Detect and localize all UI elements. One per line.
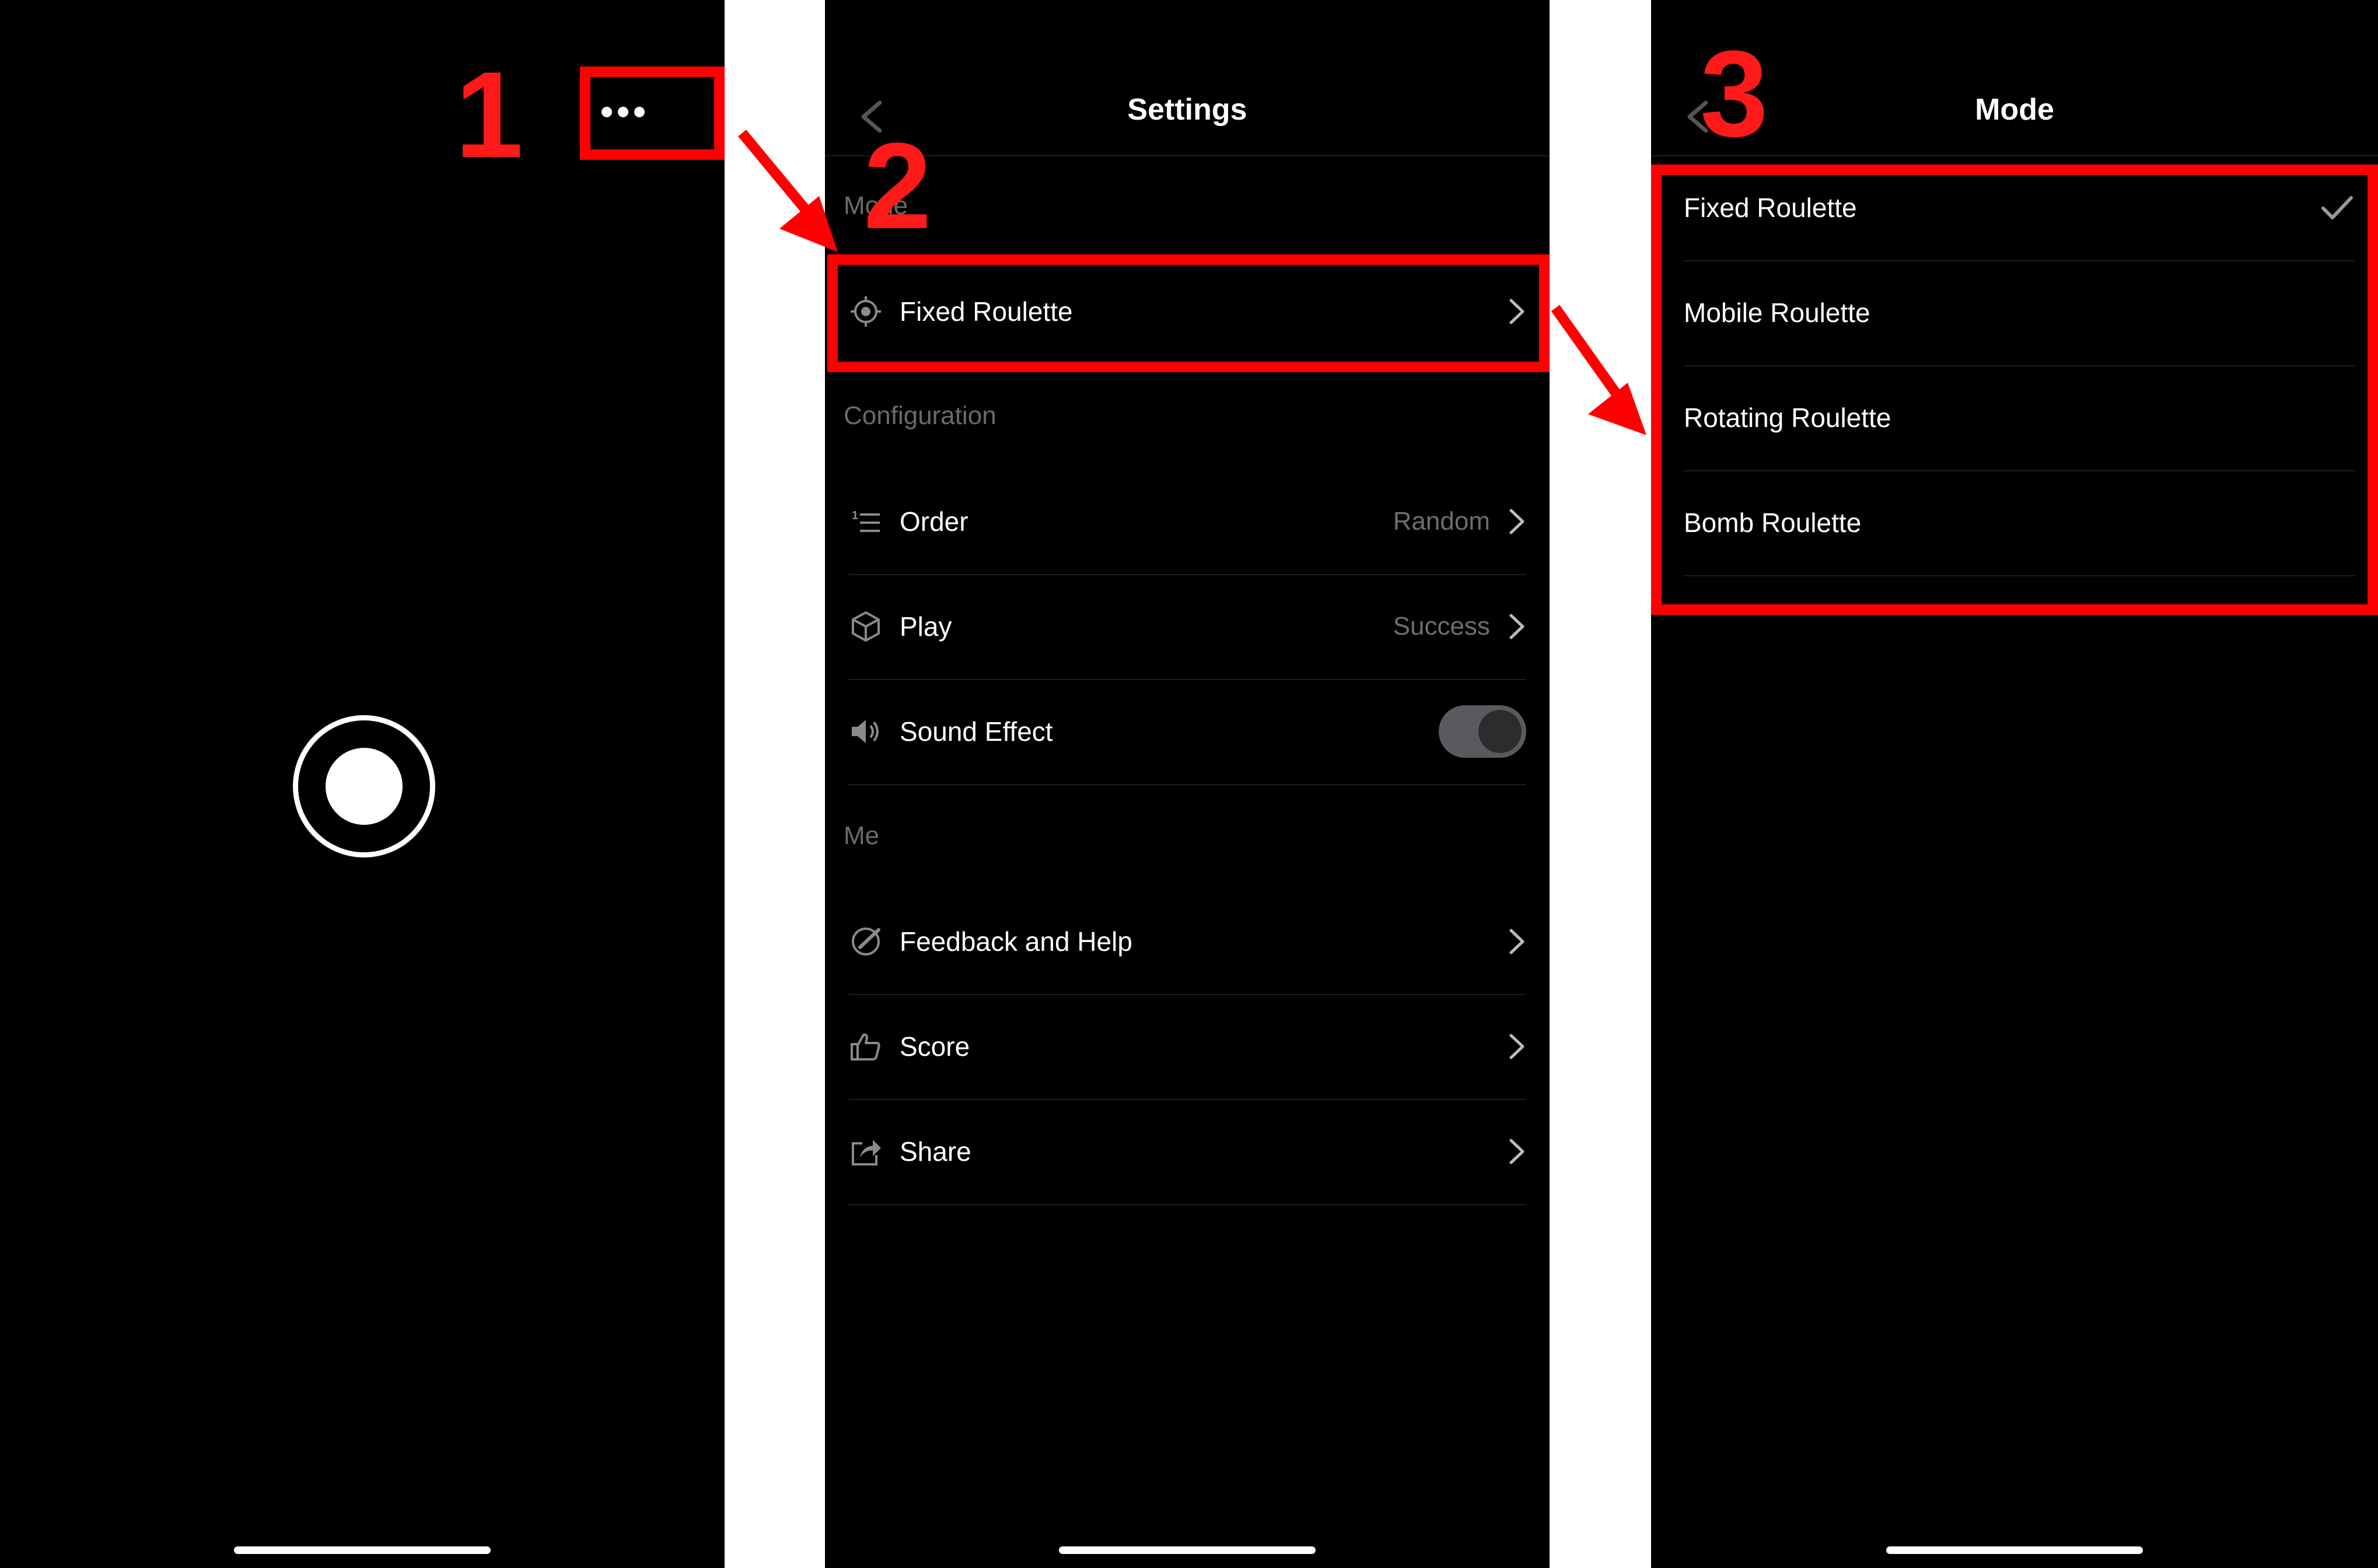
thumbs-up-icon xyxy=(848,1029,883,1064)
chevron-right-icon xyxy=(1509,1034,1524,1059)
chevron-right-icon xyxy=(1509,614,1524,639)
record-button[interactable] xyxy=(293,715,435,858)
settings-row-share[interactable]: Share xyxy=(848,1099,1526,1205)
annotation-box-step2 xyxy=(827,254,1550,372)
camera-screen xyxy=(0,0,725,1568)
row-label: Share xyxy=(900,1136,971,1167)
row-label: Feedback and Help xyxy=(900,926,1132,957)
row-label: Order xyxy=(900,506,968,537)
section-header-configuration: Configuration xyxy=(844,401,996,430)
annotation-number-2: 2 xyxy=(863,117,932,254)
arrow-step1-to-step2 xyxy=(738,130,814,218)
chevron-right-icon xyxy=(1509,509,1524,534)
row-value: Random xyxy=(1393,507,1490,536)
settings-row-feedback[interactable]: Feedback and Help xyxy=(848,889,1526,995)
arrow-head-step3 xyxy=(1588,383,1646,435)
annotation-box-step1 xyxy=(580,66,725,160)
row-value: Success xyxy=(1393,612,1490,640)
home-indicator[interactable] xyxy=(234,1546,491,1554)
home-indicator[interactable] xyxy=(1886,1546,2143,1554)
cube-icon xyxy=(848,609,883,644)
arrow-step2-to-step3 xyxy=(1551,304,1623,400)
home-indicator[interactable] xyxy=(1059,1546,1316,1554)
annotation-number-3: 3 xyxy=(1700,25,1768,162)
annotation-number-1: 1 xyxy=(455,46,523,183)
section-header-me: Me xyxy=(844,821,880,850)
settings-row-sound-effect: Sound Effect xyxy=(848,679,1526,785)
settings-row-order[interactable]: 1 Order Random xyxy=(848,469,1526,575)
svg-text:1: 1 xyxy=(852,509,858,522)
feedback-icon xyxy=(848,924,883,959)
settings-row-play[interactable]: Play Success xyxy=(848,574,1526,680)
sound-effect-toggle[interactable] xyxy=(1439,705,1526,758)
row-label: Sound Effect xyxy=(900,716,1053,747)
share-icon xyxy=(848,1134,883,1169)
page-title: Settings xyxy=(1127,93,1247,127)
row-label: Play xyxy=(900,611,952,642)
chevron-right-icon xyxy=(1509,1139,1524,1164)
row-label: Score xyxy=(900,1031,970,1062)
settings-nav-bar: Settings xyxy=(825,76,1550,156)
toggle-knob xyxy=(1478,710,1522,753)
annotation-box-step3 xyxy=(1651,164,2378,615)
settings-screen: Settings Mode Fixed Roulette Configurati… xyxy=(825,0,1550,1568)
settings-row-score[interactable]: Score xyxy=(848,994,1526,1100)
chevron-right-icon xyxy=(1509,929,1524,954)
speaker-icon xyxy=(848,714,883,749)
record-button-icon xyxy=(326,748,403,825)
numbered-list-icon: 1 xyxy=(848,504,883,539)
